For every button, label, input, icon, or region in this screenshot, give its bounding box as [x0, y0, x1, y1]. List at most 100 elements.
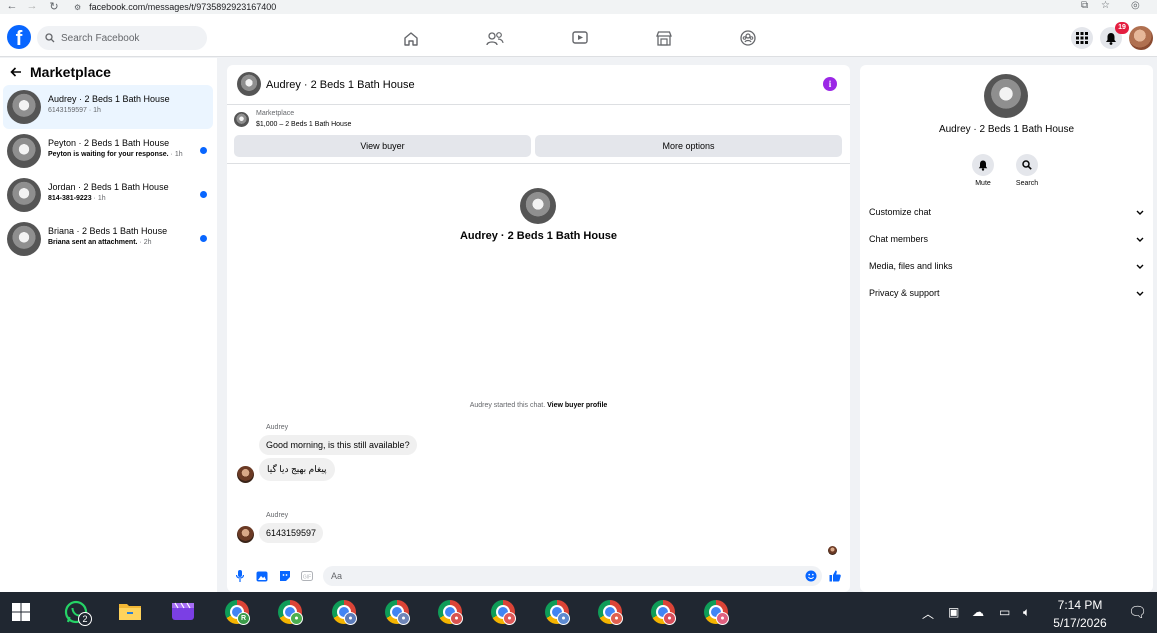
chrome-profile-10-icon[interactable]: ●: [704, 600, 730, 626]
listing-avatar: [7, 134, 41, 168]
facebook-logo[interactable]: f: [7, 25, 31, 49]
reload-icon[interactable]: ↻: [42, 0, 66, 13]
listing-avatar: [7, 222, 41, 256]
notification-count-badge: 19: [1115, 22, 1129, 34]
marketplace-header: Marketplace: [10, 64, 111, 80]
conversation-name: Briana · 2 Beds 1 Bath House: [48, 226, 168, 236]
install-icon[interactable]: ⧉: [1081, 0, 1088, 11]
search-label: Search: [1015, 180, 1039, 187]
friends-icon[interactable]: [486, 30, 504, 46]
groups-icon[interactable]: [739, 30, 757, 46]
chrome-profile-6-icon[interactable]: ●: [491, 600, 517, 626]
clock-date[interactable]: 5/17/2026: [1045, 616, 1115, 630]
section-label: Customize chat: [869, 207, 932, 217]
whatsapp-icon[interactable]: 2: [64, 600, 92, 626]
menu-grid-icon[interactable]: [1071, 27, 1093, 49]
like-thumb-icon[interactable]: [829, 570, 841, 582]
chat-avatar[interactable]: [237, 72, 261, 96]
conversation-item-peyton[interactable]: Peyton · 2 Beds 1 Bath House Peyton is w…: [3, 129, 213, 173]
chat-started-note: Audrey started this chat. View buyer pro…: [469, 402, 608, 409]
sender-avatar[interactable]: [237, 466, 254, 483]
windows-start-icon[interactable]: [12, 603, 32, 623]
message-composer: GIF: [227, 563, 850, 592]
mute-button[interactable]: Mute: [963, 154, 1003, 187]
unread-dot: [200, 147, 207, 154]
customize-chat-row[interactable]: Customize chat: [869, 202, 1144, 222]
info-icon[interactable]: i: [823, 77, 837, 91]
marketplace-label: Marketplace: [256, 110, 295, 117]
sender-avatar[interactable]: [237, 526, 254, 543]
conversation-preview: Briana sent an attachment. · 2h: [48, 239, 152, 246]
details-avatar[interactable]: [984, 74, 1028, 118]
listing-price-title[interactable]: $1,000 – 2 Beds 1 Bath House: [256, 121, 351, 128]
chrome-profile-1-icon[interactable]: R: [225, 600, 251, 626]
sticker-icon[interactable]: [279, 570, 291, 582]
search-facebook-input[interactable]: Search Facebook: [37, 26, 207, 50]
buyer-name-large: Audrey · 2 Beds 1 Bath House: [459, 230, 618, 242]
marketplace-title: Marketplace: [30, 64, 111, 80]
back-arrow-icon[interactable]: [10, 67, 22, 77]
file-explorer-icon[interactable]: [118, 600, 144, 626]
video-icon[interactable]: [571, 30, 589, 46]
chat-members-row[interactable]: Chat members: [869, 229, 1144, 249]
profile-avatar[interactable]: [1129, 26, 1153, 50]
bookmark-star-icon[interactable]: ☆: [1101, 0, 1110, 11]
conversation-item-jordan[interactable]: Jordan · 2 Beds 1 Bath House 814-381-922…: [3, 173, 213, 217]
view-buyer-profile-link[interactable]: View buyer profile: [547, 402, 607, 409]
chrome-profile-4-icon[interactable]: ●: [385, 600, 411, 626]
gif-icon[interactable]: GIF: [301, 570, 313, 582]
clock-time[interactable]: 7:14 PM: [1050, 598, 1110, 612]
chat-details-panel: Audrey · 2 Beds 1 Bath House Mute Search…: [860, 65, 1153, 592]
microphone-icon[interactable]: [234, 570, 246, 582]
chat-header: Audrey · 2 Beds 1 Bath House i: [227, 65, 850, 105]
mute-label: Mute: [975, 180, 991, 187]
home-icon[interactable]: [402, 30, 420, 46]
clipchamp-icon[interactable]: [171, 600, 197, 626]
listing-thumbnail[interactable]: [234, 112, 249, 127]
message-bubble[interactable]: Good morning, is this still available?: [259, 435, 417, 455]
message-bubble[interactable]: پیغام بھیج دیا گیا: [259, 458, 335, 481]
photo-icon[interactable]: [256, 570, 268, 582]
conversation-item-audrey[interactable]: Audrey · 2 Beds 1 Bath House 6143159597 …: [3, 85, 213, 129]
message-bubble[interactable]: 6143159597: [259, 523, 324, 543]
emoji-icon[interactable]: [805, 570, 817, 582]
notification-center-icon[interactable]: 🗨︎: [1128, 603, 1147, 621]
unread-dot: [200, 191, 207, 198]
volume-icon[interactable]: 🔈︎: [1023, 605, 1030, 620]
conversation-preview: 814-381-9223 · 1h: [48, 195, 106, 202]
browser-toolbar: ← → ↻ ⚙ facebook.com/messages/t/97358929…: [0, 0, 1157, 14]
site-info-icon[interactable]: ⚙: [74, 3, 81, 12]
conversation-item-briana[interactable]: Briana · 2 Beds 1 Bath House Briana sent…: [3, 217, 213, 261]
chat-panel: Audrey · 2 Beds 1 Bath House i Marketpla…: [227, 65, 850, 592]
privacy-support-row[interactable]: Privacy & support: [869, 283, 1144, 303]
search-placeholder: Search Facebook: [61, 32, 140, 44]
forward-icon[interactable]: →: [20, 0, 44, 12]
network-icon[interactable]: ▭: [999, 605, 1010, 619]
onedrive-icon[interactable]: ☁: [972, 605, 984, 619]
chevron-down-icon: [1136, 237, 1144, 242]
chevron-up-icon[interactable]: ︿: [922, 605, 934, 622]
url-text: facebook.com/messages/t/9735892923167400: [89, 2, 277, 12]
chrome-profile-7-icon[interactable]: ●: [545, 600, 571, 626]
marketplace-icon[interactable]: [655, 30, 673, 46]
chrome-profile-9-icon[interactable]: ●: [651, 600, 677, 626]
address-bar[interactable]: ⚙ facebook.com/messages/t/97358929231674…: [74, 0, 1074, 14]
account-icon[interactable]: ◎: [1131, 0, 1140, 11]
chrome-profile-5-icon[interactable]: ●: [438, 600, 464, 626]
details-name: Audrey · 2 Beds 1 Bath House: [938, 124, 1075, 135]
view-buyer-button[interactable]: View buyer: [234, 135, 531, 157]
meet-now-icon[interactable]: ▣: [948, 605, 959, 619]
chrome-profile-3-icon[interactable]: ●: [332, 600, 358, 626]
chrome-profile-8-icon[interactable]: ●: [598, 600, 624, 626]
chat-title[interactable]: Audrey · 2 Beds 1 Bath House: [266, 79, 415, 91]
chevron-down-icon: [1136, 210, 1144, 215]
buyer-avatar-large[interactable]: [520, 188, 556, 224]
more-options-button[interactable]: More options: [535, 135, 842, 157]
chrome-profile-2-icon[interactable]: ●: [278, 600, 304, 626]
windows-taskbar: 2 R ● ● ● ● ● ● ● ● ● ︿ ▣ ☁ ▭ 🔈︎ 7:14 PM…: [0, 592, 1157, 633]
search-in-chat-button[interactable]: Search: [1007, 154, 1047, 187]
message-input[interactable]: [323, 566, 822, 586]
listing-avatar: [7, 178, 41, 212]
media-files-links-row[interactable]: Media, files and links: [869, 256, 1144, 276]
facebook-header: f Search Facebook 19: [0, 14, 1157, 57]
